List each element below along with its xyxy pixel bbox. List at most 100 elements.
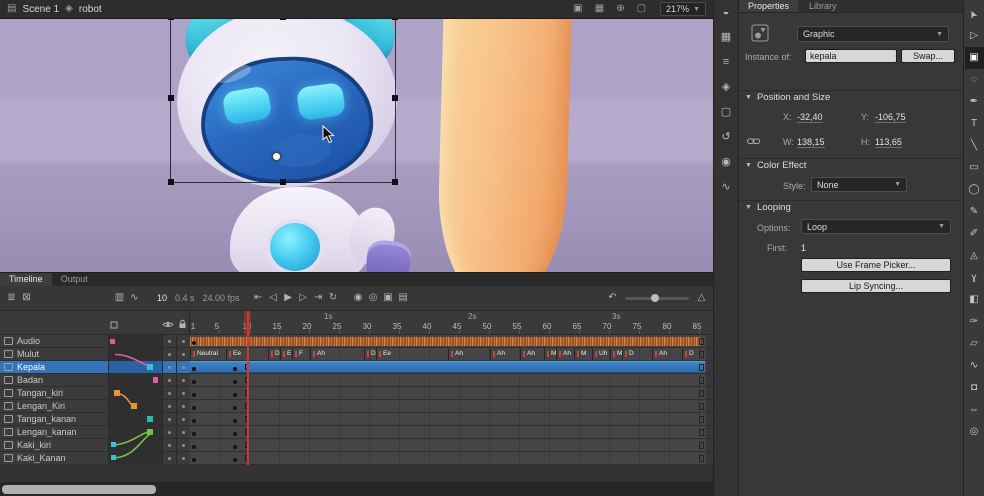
lasso-tool[interactable]: ◌ bbox=[965, 69, 984, 91]
selection-handle[interactable] bbox=[280, 179, 286, 185]
layer-row-kepala[interactable]: Kepala bbox=[0, 361, 190, 374]
show-hide-all-layers-icon[interactable] bbox=[162, 320, 174, 331]
layer-visibility-toggle[interactable] bbox=[162, 374, 176, 386]
onion-skin-outlines-button[interactable]: ◎ bbox=[367, 293, 380, 303]
symbol-type-dropdown[interactable]: Graphic ▼ bbox=[797, 26, 949, 42]
color-style-dropdown[interactable]: None ▼ bbox=[811, 177, 907, 192]
layer-lock-toggle[interactable] bbox=[176, 348, 190, 360]
camera-tool[interactable]: ◘ bbox=[965, 377, 984, 399]
motion-editor-panel-icon[interactable]: ∿ bbox=[715, 179, 737, 195]
selection-handle[interactable] bbox=[168, 179, 174, 185]
pencil-tool[interactable]: ✎ bbox=[965, 201, 984, 223]
frame-grid[interactable]: NeutralEeDEFAhDEeAhAhAhMAhMUhMDAhD bbox=[190, 335, 713, 465]
frame-row-mulut[interactable]: NeutralEeDEFAhDEeAhAhAhMAhMUhMDAhD bbox=[190, 348, 713, 361]
frame-row-kaki_kanan[interactable] bbox=[190, 452, 713, 465]
step-forward-button[interactable]: ▷ bbox=[297, 293, 310, 303]
tab-timeline[interactable]: Timeline bbox=[0, 273, 52, 286]
frame-ruler[interactable]: 1s2s3s1510152025303540455055606570758085 bbox=[190, 311, 713, 335]
instance-name-field[interactable]: kepala bbox=[805, 49, 897, 63]
layer-lock-toggle[interactable] bbox=[176, 452, 190, 464]
frame-row-tangan_kanan[interactable] bbox=[190, 413, 713, 426]
tab-library[interactable]: Library bbox=[800, 0, 846, 12]
layer-visibility-toggle[interactable] bbox=[162, 335, 176, 347]
color-panel-icon[interactable]: ◒ bbox=[715, 4, 737, 20]
section-looping[interactable]: ▼ Looping bbox=[739, 200, 963, 214]
scrollbar-thumb[interactable] bbox=[2, 485, 156, 494]
layer-visibility-toggle[interactable] bbox=[162, 387, 176, 399]
modify-markers-button[interactable]: ▤ bbox=[397, 293, 410, 303]
zoom-select[interactable]: 217% ▼ bbox=[660, 2, 706, 16]
layer-visibility-toggle[interactable] bbox=[162, 361, 176, 373]
step-back-button[interactable]: ◁ bbox=[267, 293, 280, 303]
layer-row-lengan_kiri[interactable]: Lengan_Kiri bbox=[0, 400, 190, 413]
layer-visibility-toggle[interactable] bbox=[162, 413, 176, 425]
layer-lock-toggle[interactable] bbox=[176, 400, 190, 412]
loop-playback-button[interactable]: ↻ bbox=[327, 293, 340, 303]
frame-row-kepala[interactable] bbox=[190, 361, 713, 374]
components-panel-icon[interactable]: ◉ bbox=[715, 154, 737, 170]
selection-handle[interactable] bbox=[392, 95, 398, 101]
rectangle-tool[interactable]: ▭ bbox=[965, 157, 984, 179]
pen-tool[interactable]: ✒ bbox=[965, 91, 984, 113]
zoom-tool[interactable]: ◎ bbox=[965, 421, 984, 443]
go-to-last-frame-button[interactable]: ⇥ bbox=[312, 293, 325, 303]
edit-multiple-frames-button[interactable]: ▣ bbox=[382, 293, 395, 303]
breadcrumb-symbol[interactable]: robot bbox=[79, 4, 102, 15]
clip-content-icon[interactable]: ▢ bbox=[637, 4, 646, 14]
layer-row-badan[interactable]: Badan bbox=[0, 374, 190, 387]
layer-row-kaki_kanan[interactable]: Kaki_Kanan bbox=[0, 452, 190, 465]
parenting-view-icon[interactable] bbox=[110, 321, 118, 331]
lock-all-layers-icon[interactable] bbox=[178, 319, 187, 331]
center-frame-icon[interactable]: ⊕ bbox=[616, 4, 624, 14]
selection-handle[interactable] bbox=[168, 95, 174, 101]
x-value[interactable]: -32,40 bbox=[797, 112, 823, 123]
reset-timeline-zoom-button[interactable]: ↶ bbox=[606, 293, 619, 303]
layer-row-audio[interactable]: Audio bbox=[0, 335, 190, 348]
link-dimensions-icon[interactable] bbox=[747, 136, 760, 148]
frame-row-lengan_kanan[interactable] bbox=[190, 426, 713, 439]
layer-row-tangan_kanan[interactable]: Tangan_kanan bbox=[0, 413, 190, 426]
frame-row-lengan_kiri[interactable] bbox=[190, 400, 713, 413]
layer-row-mulut[interactable]: Mulut bbox=[0, 348, 190, 361]
selection-tool[interactable]: ➤ bbox=[965, 3, 984, 25]
paint-bucket-tool[interactable]: ◧ bbox=[965, 289, 984, 311]
edit-symbols-icon[interactable]: ▣ bbox=[573, 4, 582, 14]
layer-lock-toggle[interactable] bbox=[176, 387, 190, 399]
frame-row-badan[interactable] bbox=[190, 374, 713, 387]
loop-options-dropdown[interactable]: Loop ▼ bbox=[801, 219, 951, 234]
use-frame-picker-button[interactable]: Use Frame Picker... bbox=[801, 258, 951, 272]
timeline-horizontal-scrollbar[interactable] bbox=[0, 482, 713, 496]
section-position-size[interactable]: ▼ Position and Size bbox=[739, 90, 963, 104]
layer-lock-toggle[interactable] bbox=[176, 439, 190, 451]
info-panel-icon[interactable]: ◈ bbox=[715, 79, 737, 95]
edit-scene-icon[interactable]: ▦ bbox=[595, 4, 604, 14]
tab-properties[interactable]: Properties bbox=[739, 0, 798, 12]
y-value[interactable]: -106,75 bbox=[875, 112, 906, 123]
width-tool[interactable]: ∿ bbox=[965, 355, 984, 377]
transform-origin-point[interactable] bbox=[272, 152, 281, 161]
h-value[interactable]: 113,65 bbox=[875, 137, 902, 148]
layer-lock-toggle[interactable] bbox=[176, 426, 190, 438]
brush-tool[interactable]: ✐ bbox=[965, 223, 984, 245]
align-panel-icon[interactable]: ≡ bbox=[715, 54, 737, 70]
eraser-tool[interactable]: ▱ bbox=[965, 333, 984, 355]
breadcrumb-scene[interactable]: Scene 1 bbox=[22, 4, 59, 15]
selection-handle[interactable] bbox=[392, 179, 398, 185]
frame-row-audio[interactable] bbox=[190, 335, 713, 348]
lip-syncing-button[interactable]: Lip Syncing... bbox=[801, 279, 951, 293]
selection-handle[interactable] bbox=[392, 19, 398, 20]
frame-row-kaki_kiri[interactable] bbox=[190, 439, 713, 452]
center-playhead-icon[interactable]: ▥ bbox=[113, 293, 126, 303]
stage-canvas[interactable] bbox=[0, 19, 713, 272]
transform-panel-icon[interactable]: ▢ bbox=[715, 104, 737, 120]
delete-layer-icon[interactable]: ⊠ bbox=[20, 293, 33, 303]
line-tool[interactable]: ╲ bbox=[965, 135, 984, 157]
layer-visibility-toggle[interactable] bbox=[162, 348, 176, 360]
history-panel-icon[interactable]: ↺ bbox=[715, 129, 737, 145]
swap-button[interactable]: Swap... bbox=[901, 49, 955, 63]
frame-rate-indicator[interactable]: 24.00 fps bbox=[203, 293, 240, 303]
hand-tool[interactable]: ⇔ bbox=[965, 399, 984, 421]
layer-lock-toggle[interactable] bbox=[176, 413, 190, 425]
w-value[interactable]: 138,15 bbox=[797, 137, 825, 148]
layer-lock-toggle[interactable] bbox=[176, 374, 190, 386]
